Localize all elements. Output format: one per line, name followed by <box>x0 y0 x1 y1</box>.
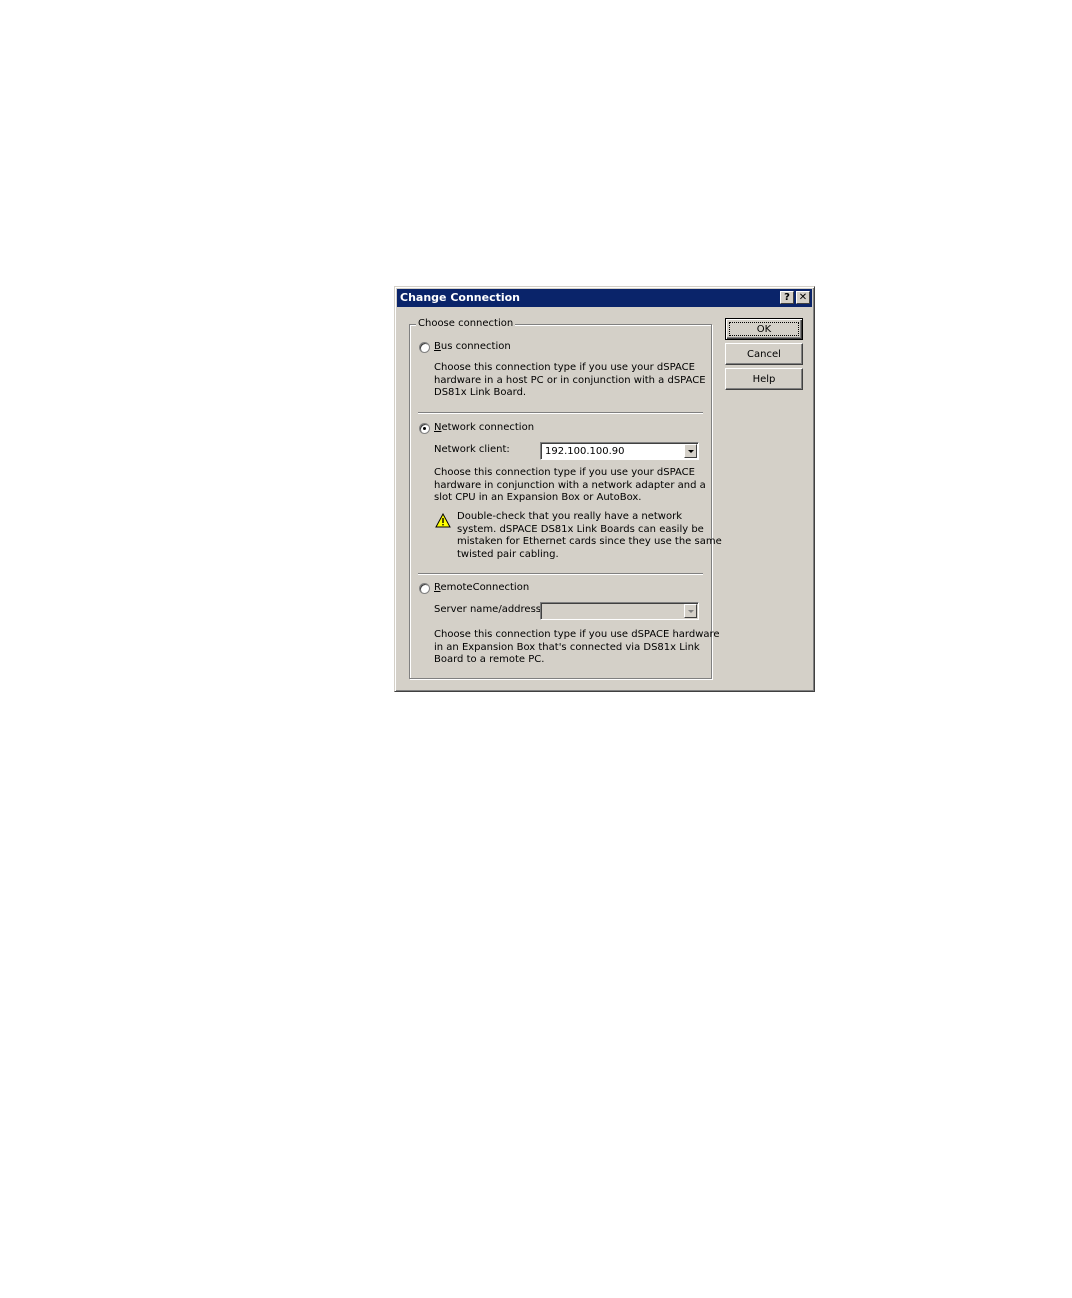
radio-selected-dot <box>423 427 426 430</box>
server-name-combobox[interactable] <box>540 602 699 620</box>
dialog-titlebar[interactable]: Change Connection ? ✕ <box>397 289 812 307</box>
chevron-down-icon[interactable] <box>684 604 697 618</box>
close-icon[interactable]: ✕ <box>796 291 810 304</box>
focus-rect <box>729 322 799 336</box>
network-client-combobox[interactable]: 192.100.100.90 <box>540 442 699 460</box>
separator <box>418 573 703 575</box>
server-name-label: Server name/address: <box>434 604 545 615</box>
remote-description-line: Board to a remote PC. <box>434 654 545 665</box>
bus-connection-radio[interactable] <box>419 342 430 353</box>
separator <box>418 412 703 414</box>
bus-connection-label[interactable]: Bus connection <box>434 341 511 354</box>
remote-description-line: Choose this connection type if you use d… <box>434 629 720 640</box>
warning-line: mistaken for Ethernet cards since they u… <box>457 536 722 547</box>
change-connection-dialog: Change Connection ? ✕ Choose connection … <box>394 286 815 692</box>
group-legend: Choose connection <box>416 317 516 331</box>
choose-connection-group: Choose connection Bus connection Choose … <box>409 317 722 679</box>
ok-button[interactable]: OK <box>725 318 803 340</box>
bus-description-line: DS81x Link Board. <box>434 387 527 398</box>
network-client-label: Network client: <box>434 444 510 455</box>
network-description-line: hardware in conjunction with a network a… <box>434 479 706 491</box>
help-button[interactable]: Help <box>725 368 803 390</box>
network-connection-label[interactable]: Network connection <box>434 422 534 435</box>
network-client-value: 192.100.100.90 <box>545 446 625 457</box>
cancel-button[interactable]: Cancel <box>725 343 803 365</box>
warning-line: Double-check that you really have a netw… <box>457 511 682 522</box>
help-question-icon[interactable]: ? <box>780 291 794 304</box>
chevron-down-icon[interactable] <box>684 444 697 458</box>
warning-line: system. dSPACE DS81x Link Boards can eas… <box>457 523 704 535</box>
network-description-line: slot CPU in an Expansion Box or AutoBox. <box>434 492 642 503</box>
bus-description-line: Choose this connection type if you use y… <box>434 362 695 373</box>
remote-connection-label[interactable]: RemoteConnection <box>434 582 529 595</box>
remote-connection-radio[interactable] <box>419 583 430 594</box>
dialog-title: Change Connection <box>400 291 521 304</box>
network-description-line: Choose this connection type if you use y… <box>434 467 695 478</box>
remote-description-line: in an Expansion Box that's connected via… <box>434 641 700 653</box>
warning-line: twisted pair cabling. <box>457 548 559 560</box>
network-connection-radio[interactable] <box>419 423 430 434</box>
warning-triangle-icon <box>435 513 451 528</box>
bus-description-line: hardware in a host PC or in conjunction … <box>434 374 706 386</box>
